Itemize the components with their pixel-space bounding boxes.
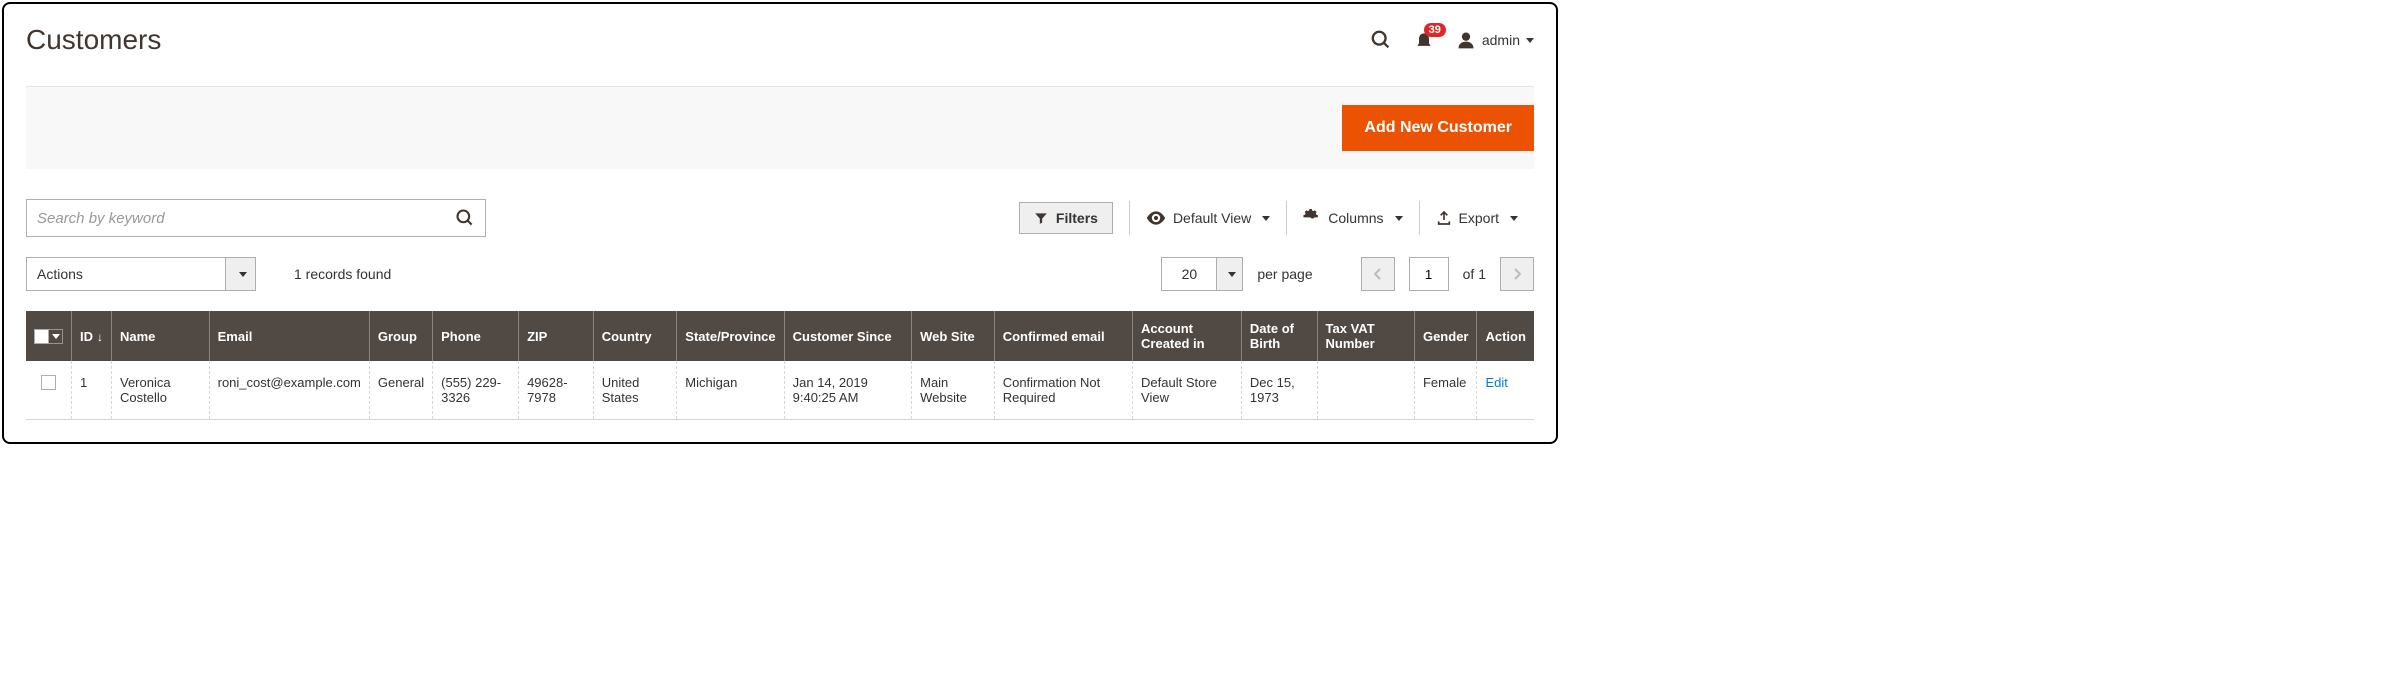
col-gender[interactable]: Gender bbox=[1414, 311, 1477, 361]
select-all-checkbox[interactable] bbox=[34, 329, 63, 344]
cell-email: roni_cost@example.com bbox=[209, 361, 369, 420]
col-checkbox bbox=[26, 311, 72, 361]
cell-state: Michigan bbox=[677, 361, 784, 420]
col-country[interactable]: Country bbox=[593, 311, 677, 361]
cell-vat bbox=[1317, 361, 1414, 420]
notifications-button[interactable]: 39 bbox=[1414, 29, 1434, 51]
row-checkbox[interactable] bbox=[41, 375, 56, 390]
search-box bbox=[26, 199, 486, 237]
export-button[interactable]: Export bbox=[1420, 201, 1534, 235]
chevron-down-icon bbox=[239, 272, 247, 277]
export-icon bbox=[1436, 210, 1452, 226]
cell-group: General bbox=[369, 361, 432, 420]
cell-created-in: Default Store View bbox=[1133, 361, 1242, 420]
col-state[interactable]: State/Province bbox=[677, 311, 784, 361]
user-icon bbox=[1456, 30, 1476, 50]
chevron-down-icon bbox=[1228, 272, 1236, 277]
search-icon bbox=[1370, 29, 1392, 51]
filters-label: Filters bbox=[1056, 210, 1098, 226]
export-label: Export bbox=[1459, 210, 1499, 226]
cell-website: Main Website bbox=[912, 361, 995, 420]
col-name[interactable]: Name bbox=[112, 311, 210, 361]
prev-page-button[interactable] bbox=[1361, 257, 1395, 291]
chevron-down-icon bbox=[1510, 216, 1518, 221]
col-confirmed[interactable]: Confirmed email bbox=[994, 311, 1132, 361]
add-new-customer-button[interactable]: Add New Customer bbox=[1342, 105, 1534, 151]
chevron-right-icon bbox=[1513, 268, 1521, 280]
cell-since: Jan 14, 2019 9:40:25 AM bbox=[784, 361, 911, 420]
gear-icon bbox=[1303, 209, 1321, 227]
cell-confirmed: Confirmation Not Required bbox=[994, 361, 1132, 420]
chevron-down-icon bbox=[1262, 216, 1270, 221]
default-view-button[interactable]: Default View bbox=[1130, 201, 1286, 235]
col-zip[interactable]: ZIP bbox=[519, 311, 594, 361]
filters-button[interactable]: Filters bbox=[1019, 202, 1113, 234]
per-page-label: per page bbox=[1257, 266, 1312, 282]
col-phone[interactable]: Phone bbox=[433, 311, 519, 361]
table-row[interactable]: 1 Veronica Costello roni_cost@example.co… bbox=[26, 361, 1534, 420]
customers-table: ID↓ Name Email Group Phone ZIP Country S… bbox=[26, 311, 1534, 420]
col-dob[interactable]: Date of Birth bbox=[1241, 311, 1317, 361]
columns-button[interactable]: Columns bbox=[1287, 201, 1418, 235]
chevron-down-icon bbox=[1526, 38, 1534, 43]
search-icon[interactable] bbox=[455, 208, 475, 228]
edit-link[interactable]: Edit bbox=[1485, 375, 1507, 390]
cell-gender: Female bbox=[1414, 361, 1477, 420]
sort-down-icon: ↓ bbox=[97, 330, 103, 344]
cell-country: United States bbox=[593, 361, 677, 420]
col-website[interactable]: Web Site bbox=[912, 311, 995, 361]
search-input[interactable] bbox=[37, 210, 455, 227]
col-email[interactable]: Email bbox=[209, 311, 369, 361]
col-group[interactable]: Group bbox=[369, 311, 432, 361]
chevron-left-icon bbox=[1374, 268, 1382, 280]
user-name: admin bbox=[1482, 32, 1520, 48]
user-menu[interactable]: admin bbox=[1456, 30, 1534, 50]
actions-select[interactable]: Actions bbox=[26, 257, 256, 291]
page-size-value: 20 bbox=[1182, 266, 1198, 282]
notification-badge: 39 bbox=[1424, 23, 1446, 37]
col-vat[interactable]: Tax VAT Number bbox=[1317, 311, 1414, 361]
cell-zip: 49628-7978 bbox=[519, 361, 594, 420]
cell-name: Veronica Costello bbox=[112, 361, 210, 420]
col-created-in[interactable]: Account Created in bbox=[1133, 311, 1242, 361]
global-search-button[interactable] bbox=[1370, 29, 1392, 51]
columns-label: Columns bbox=[1328, 210, 1383, 226]
cell-dob: Dec 15, 1973 bbox=[1241, 361, 1317, 420]
total-pages-label: of 1 bbox=[1463, 266, 1486, 282]
page-title: Customers bbox=[26, 24, 161, 56]
next-page-button[interactable] bbox=[1500, 257, 1534, 291]
chevron-down-icon bbox=[52, 334, 60, 339]
cell-id: 1 bbox=[72, 361, 112, 420]
chevron-down-icon bbox=[1395, 216, 1403, 221]
cell-phone: (555) 229-3326 bbox=[433, 361, 519, 420]
records-found: 1 records found bbox=[294, 266, 391, 282]
col-action[interactable]: Action bbox=[1477, 311, 1534, 361]
col-id[interactable]: ID↓ bbox=[72, 311, 112, 361]
page-size-select[interactable]: 20 bbox=[1161, 257, 1243, 291]
default-view-label: Default View bbox=[1173, 210, 1251, 226]
funnel-icon bbox=[1034, 211, 1048, 225]
col-since[interactable]: Customer Since bbox=[784, 311, 911, 361]
eye-icon bbox=[1146, 211, 1166, 225]
page-input[interactable] bbox=[1409, 257, 1449, 291]
actions-label: Actions bbox=[37, 266, 83, 282]
